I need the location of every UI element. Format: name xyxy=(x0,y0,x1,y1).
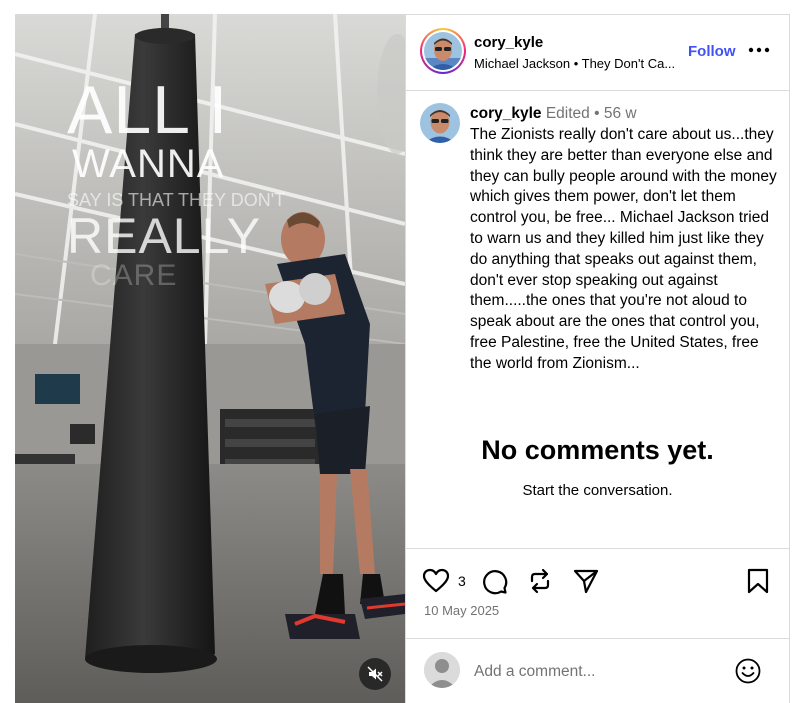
header-username[interactable]: cory_kyle xyxy=(474,34,543,51)
overlay-text-line-2: WANNA xyxy=(72,142,225,186)
overlay-text-line-5: CARE xyxy=(90,259,178,292)
overlay-text-line-3: SAY IS THAT THEY DON'T xyxy=(67,190,286,210)
action-bar: 3 10 May 2025 xyxy=(406,548,789,644)
no-comments-title: No comments yet. xyxy=(481,435,714,465)
comment-bar xyxy=(406,638,789,703)
bookmark-icon[interactable] xyxy=(744,567,772,595)
post-panel: cory_kyle Michael Jackson • They Don't C… xyxy=(405,14,790,703)
audio-track-link[interactable]: Michael Jackson • They Don't Ca... xyxy=(474,56,675,71)
caption-text: The Zionists really don't care about us.… xyxy=(470,126,777,372)
current-user-avatar[interactable] xyxy=(424,652,460,688)
overlay-text-line-4: REALLY xyxy=(67,208,262,264)
comment-icon[interactable] xyxy=(480,567,508,595)
heart-icon[interactable] xyxy=(422,567,450,595)
like-count[interactable]: 3 xyxy=(458,573,466,589)
repost-icon[interactable] xyxy=(526,567,554,595)
avatar xyxy=(424,32,462,70)
caption-username[interactable]: cory_kyle xyxy=(470,105,542,122)
more-horizontal-icon[interactable] xyxy=(746,37,772,63)
no-comments-subtitle: Start the conversation. xyxy=(522,482,673,499)
post-date[interactable]: 10 May 2025 xyxy=(424,603,499,618)
overlay-text-line-1: ALL I xyxy=(67,72,229,148)
speaker-muted-icon xyxy=(367,666,383,682)
share-icon[interactable] xyxy=(572,567,600,595)
caption-avatar[interactable] xyxy=(420,103,460,143)
mute-button[interactable] xyxy=(359,658,391,690)
story-ring-avatar[interactable] xyxy=(420,28,466,74)
post-video[interactable]: ALL I WANNA SAY IS THAT THEY DON'T REALL… xyxy=(15,14,405,703)
post-header: cory_kyle Michael Jackson • They Don't C… xyxy=(406,15,789,91)
comment-input[interactable] xyxy=(474,660,724,684)
emoji-icon[interactable] xyxy=(734,657,762,685)
follow-button[interactable]: Follow xyxy=(688,43,736,60)
caption-meta: Edited • 56 w xyxy=(541,105,637,122)
default-avatar-icon xyxy=(424,652,460,688)
